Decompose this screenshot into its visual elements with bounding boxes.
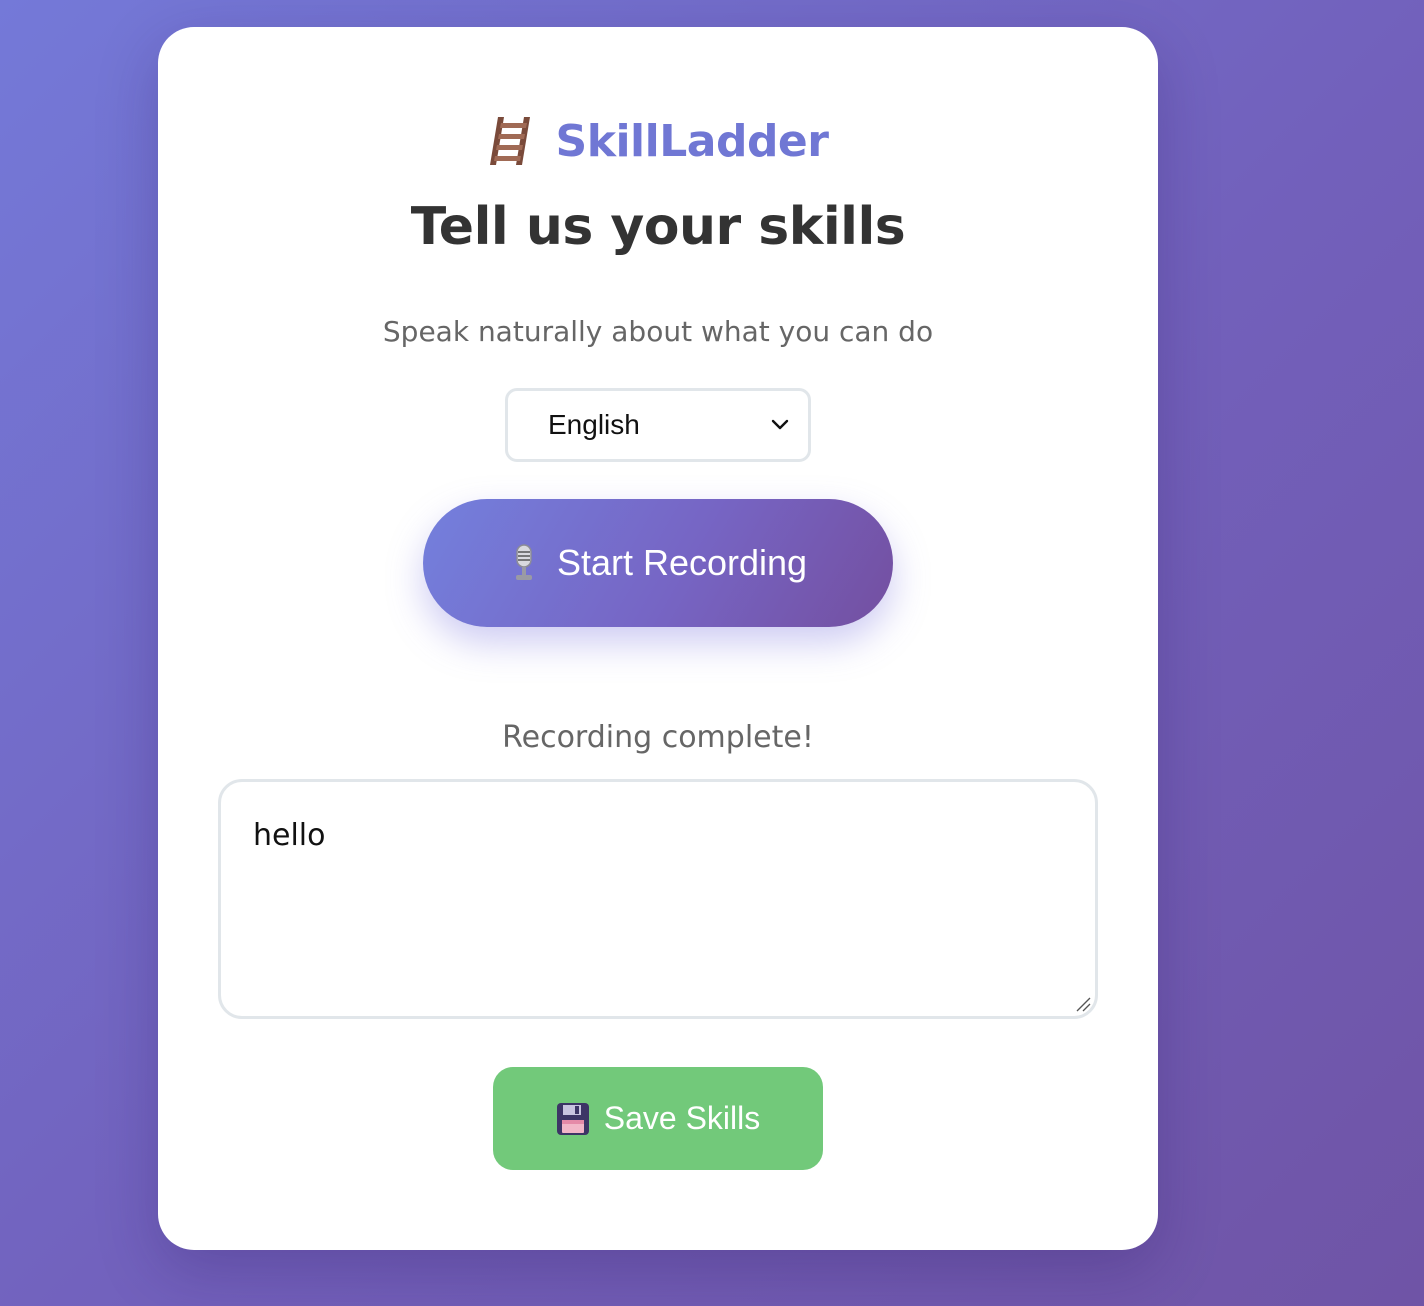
skills-card: SkillLadder Tell us your skills Speak na… <box>158 27 1158 1250</box>
save-skills-label: Save Skills <box>603 1100 761 1136</box>
microphone-icon <box>515 544 532 580</box>
brand-name: SkillLadder <box>555 115 829 167</box>
start-recording-label: Start Recording <box>556 542 808 583</box>
chevron-down-icon <box>771 419 789 430</box>
skills-textarea-value: hello <box>253 818 326 853</box>
resize-handle-icon[interactable] <box>1075 996 1091 1012</box>
start-recording-button[interactable]: Start Recording <box>423 499 893 627</box>
floppy-disk-icon <box>556 1102 589 1135</box>
skills-textarea[interactable]: hello <box>218 779 1098 1019</box>
save-skills-button[interactable]: Save Skills <box>493 1067 823 1170</box>
brand-header: SkillLadder <box>158 115 1158 167</box>
language-select[interactable]: English <box>505 388 811 462</box>
page-title: Tell us your skills <box>410 197 906 257</box>
ladder-icon <box>489 117 530 165</box>
page-subtitle: Speak naturally about what you can do <box>382 315 934 348</box>
language-select-value: English <box>548 409 640 440</box>
recording-status: Recording complete! <box>502 720 814 755</box>
